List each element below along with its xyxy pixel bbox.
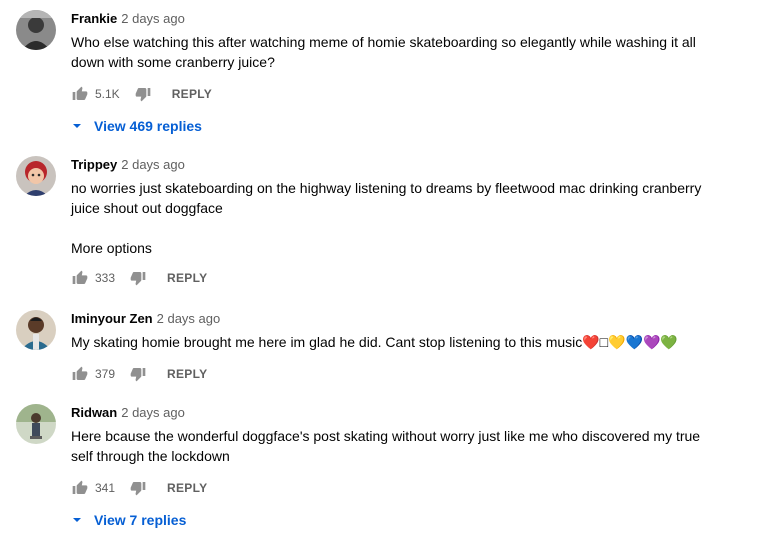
comment-text-line: down with some cranberry juice? bbox=[71, 54, 275, 70]
comment-body: Frankie 2 days ago Who else watching this… bbox=[71, 10, 756, 140]
author-name[interactable]: Frankie bbox=[71, 11, 117, 26]
comment-text-line: My skating homie brought me here im glad… bbox=[71, 334, 678, 350]
comment-body: Ridwan 2 days ago Here bcause the wonderf… bbox=[71, 404, 756, 534]
avatar[interactable] bbox=[16, 156, 56, 196]
comment-actions: 379 REPLY bbox=[71, 358, 756, 390]
like-count: 333 bbox=[95, 271, 116, 285]
thumbs-up-icon bbox=[72, 480, 88, 494]
view-replies-label: View 7 replies bbox=[94, 512, 187, 528]
avatar[interactable] bbox=[16, 310, 56, 350]
avatar[interactable] bbox=[16, 404, 56, 444]
comment-text: Who else watching this after watching me… bbox=[71, 32, 756, 72]
thumbs-down-icon bbox=[130, 482, 146, 496]
comment-actions: 5.1K REPLY bbox=[71, 78, 756, 110]
reply-button[interactable]: REPLY bbox=[167, 481, 207, 495]
reply-button[interactable]: REPLY bbox=[167, 271, 207, 285]
caret-down-icon bbox=[71, 120, 83, 132]
caret-down-icon bbox=[71, 514, 83, 526]
author-name[interactable]: Ridwan bbox=[71, 405, 117, 420]
avatar-image bbox=[16, 156, 56, 196]
author-name[interactable]: Iminyour Zen bbox=[71, 311, 153, 326]
thumbs-up-icon bbox=[72, 366, 88, 380]
thumbs-up-icon bbox=[72, 86, 88, 100]
reply-button[interactable]: REPLY bbox=[167, 367, 207, 381]
timestamp[interactable]: 2 days ago bbox=[121, 405, 185, 420]
author-name[interactable]: Trippey bbox=[71, 157, 117, 172]
thumbs-down-icon bbox=[130, 368, 146, 382]
comment-text-line: Here bcause the wonderful doggface's pos… bbox=[71, 428, 701, 444]
view-replies-label: View 469 replies bbox=[94, 118, 202, 134]
comment-body: Trippey 2 days ago no worries just skateb… bbox=[71, 156, 756, 294]
comment-text: Here bcause the wonderful doggface's pos… bbox=[71, 426, 756, 466]
avatar-image bbox=[16, 10, 56, 50]
comment-text-line: Who else watching this after watching me… bbox=[71, 34, 696, 50]
thumbs-up-icon bbox=[72, 270, 88, 284]
avatar[interactable] bbox=[16, 10, 56, 50]
avatar-image bbox=[16, 404, 56, 444]
comment-header: Iminyour Zen 2 days ago bbox=[71, 310, 756, 328]
comment-text-line: self through the lockdown bbox=[71, 448, 230, 464]
timestamp[interactable]: 2 days ago bbox=[121, 157, 185, 172]
dislike-button[interactable] bbox=[134, 85, 152, 103]
comment-header: Trippey 2 days ago bbox=[71, 156, 756, 174]
comment-header: Frankie 2 days ago bbox=[71, 10, 756, 28]
reply-button[interactable]: REPLY bbox=[172, 87, 212, 101]
more-options-link[interactable]: More options bbox=[71, 238, 756, 258]
thumbs-down-icon bbox=[130, 272, 146, 286]
like-button[interactable] bbox=[71, 479, 89, 497]
like-button[interactable] bbox=[71, 365, 89, 383]
comment-text: My skating homie brought me here im glad… bbox=[71, 332, 756, 352]
like-count: 5.1K bbox=[95, 87, 120, 101]
timestamp[interactable]: 2 days ago bbox=[157, 311, 221, 326]
like-count: 379 bbox=[95, 367, 116, 381]
avatar-image bbox=[16, 310, 56, 350]
comment-header: Ridwan 2 days ago bbox=[71, 404, 756, 422]
comment-body: Iminyour Zen 2 days ago My skating homie … bbox=[71, 310, 756, 390]
dislike-button[interactable] bbox=[129, 365, 147, 383]
comment-text-line: juice shout out doggface bbox=[71, 200, 223, 216]
like-button[interactable] bbox=[71, 85, 89, 103]
dislike-button[interactable] bbox=[129, 479, 147, 497]
like-count: 341 bbox=[95, 481, 116, 495]
comment-text-line: no worries just skateboarding on the hig… bbox=[71, 180, 702, 196]
thumbs-down-icon bbox=[135, 88, 151, 102]
timestamp[interactable]: 2 days ago bbox=[121, 11, 185, 26]
comment-actions: 341 REPLY bbox=[71, 472, 756, 504]
like-button[interactable] bbox=[71, 269, 89, 287]
comment-actions: 333 REPLY bbox=[71, 262, 756, 294]
dislike-button[interactable] bbox=[129, 269, 147, 287]
comment-text: no worries just skateboarding on the hig… bbox=[71, 178, 756, 218]
view-replies-button[interactable]: View 469 replies bbox=[71, 112, 756, 140]
view-replies-button[interactable]: View 7 replies bbox=[71, 506, 756, 534]
